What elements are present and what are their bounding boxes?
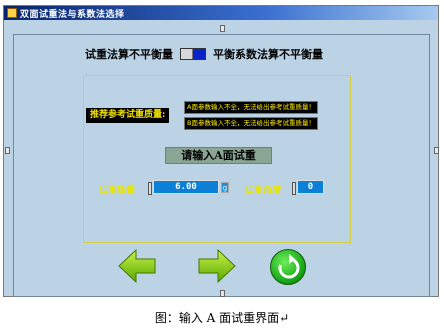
resize-grip-left[interactable] [5,147,10,154]
title-bar[interactable]: 双面试重法与系数法选择 [4,6,438,20]
forward-arrow-icon[interactable] [197,248,237,284]
trial-weight-method-label: 试重法算不平衡量 [85,48,173,61]
face-b-reference-message: B面参数输入不全，无法给出参考试重质量！ [184,117,318,130]
back-arrow-icon[interactable] [117,248,157,284]
face-a-reference-message: A面参数输入不全，无法给出参考试重质量！ [184,101,318,114]
toggle-on-segment [192,49,205,59]
input-prompt: 请输入A面试重 [165,147,272,164]
figure-caption: 图：输入 A 面试重界面↵ [154,311,290,325]
resize-grip-top[interactable] [220,25,225,32]
trial-mass-input[interactable]: 6.00 [153,180,219,194]
method-toggle-row: 试重法算不平衡量 平衡系数法算不平衡量 [85,46,323,62]
trial-angle-label: 试重角度 [245,186,282,196]
window-title: 双面试重法与系数法选择 [20,9,125,20]
trial-angle-spinner[interactable] [292,182,296,195]
trial-angle-input[interactable]: 0 [297,180,324,194]
refresh-button[interactable] [270,249,306,285]
resize-grip-right[interactable] [434,147,439,154]
app-icon [7,8,17,18]
trial-mass-label: 试重质量 [99,186,136,196]
toggle-off-segment [181,49,193,59]
method-toggle-switch[interactable] [180,48,206,60]
resize-grip-bottom[interactable] [220,290,225,297]
trial-mass-spinner[interactable] [148,182,152,195]
coefficient-method-label: 平衡系数法算不平衡量 [213,48,323,61]
reference-weight-label: 推荐参考试重质量: [86,108,170,123]
refresh-icon [278,254,300,279]
trial-mass-unit: g [221,182,229,193]
